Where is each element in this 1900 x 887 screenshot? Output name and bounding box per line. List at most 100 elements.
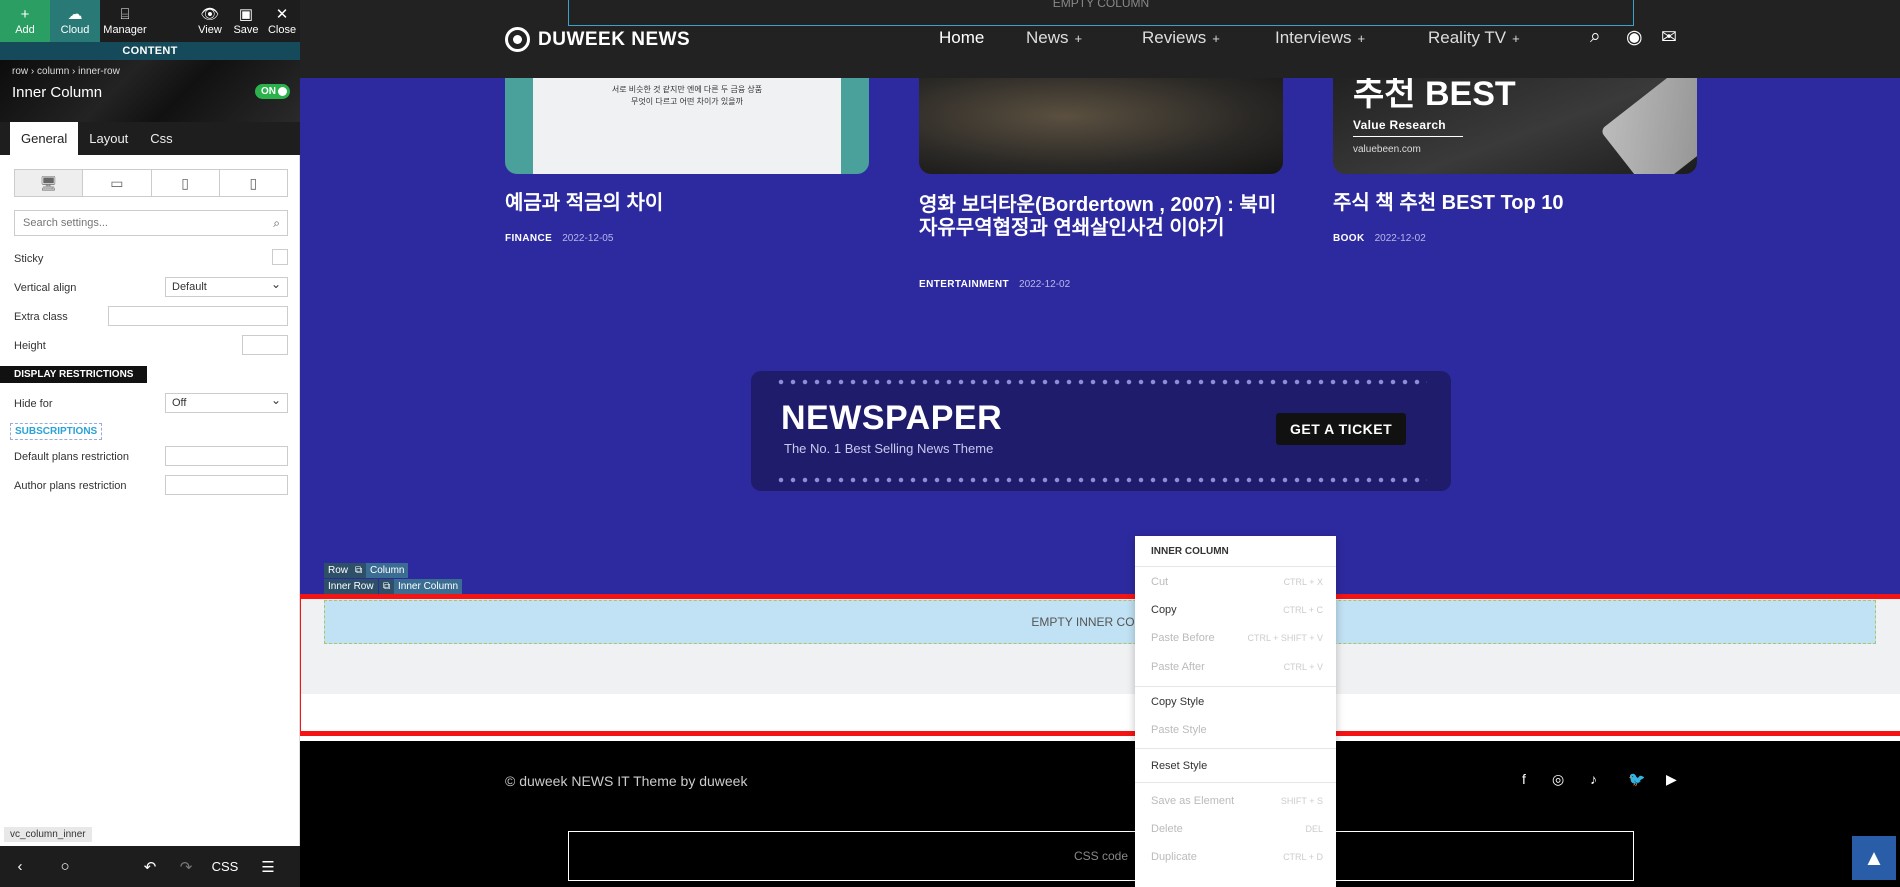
menu-shortcut: SHIFT + S [1280, 796, 1323, 806]
sticky-checkbox[interactable] [272, 249, 288, 265]
cloud-label: Cloud [60, 23, 90, 36]
card-category[interactable]: BOOK [1333, 233, 1365, 244]
duplicate-icon[interactable]: ⧉ [351, 563, 367, 578]
card-meta: BOOK 2022-12-02 [1333, 233, 1426, 244]
search-icon[interactable]: ⌕ [1590, 26, 1601, 48]
desktop-icon[interactable]: 🖥 [15, 170, 84, 196]
card-image-book[interactable]: 추천 BEST Value Research valuebeen.com [1333, 78, 1697, 174]
manager-button[interactable]: ⌸ Manager [100, 0, 150, 42]
card-title[interactable]: 주식 책 추천 BEST Top 10 [1333, 192, 1697, 215]
hide-for-label: Hide for [14, 398, 53, 410]
tiktok-icon[interactable]: ♪ [1590, 771, 1597, 787]
card-image-text-line: 무엇이 다르고 어떤 차이가 있을까 [631, 97, 743, 106]
card-image-subtitle: Value Research [1353, 118, 1446, 132]
nav-home[interactable]: Home [939, 28, 984, 48]
mail-icon[interactable]: ✉ [1661, 26, 1677, 49]
menu-item-paste-before[interactable]: Paste Before CTRL + SHIFT + V [1151, 632, 1323, 644]
card-category[interactable]: ENTERTAINMENT [919, 279, 1009, 290]
default-plans-input[interactable] [165, 446, 288, 466]
author-plans-input[interactable] [165, 475, 288, 495]
menu-item-copy[interactable]: Copy CTRL + C [1151, 604, 1323, 616]
logo-text: DUWEEK NEWS [538, 28, 691, 50]
close-button[interactable]: ✕ Close [264, 0, 300, 42]
empty-column-placeholder[interactable]: EMPTY COLUMN [568, 0, 1634, 26]
twitter-icon[interactable]: 🐦 [1628, 771, 1645, 788]
menu-item-paste-style[interactable]: Paste Style [1151, 724, 1323, 736]
manager-icon: ⌸ [120, 5, 130, 23]
instagram-icon[interactable]: ◎ [1552, 771, 1564, 788]
card-title[interactable]: 영화 보더타운(Bordertown , 2007) : 북미 자유무역협정과 … [919, 194, 1299, 240]
scroll-to-top-button[interactable]: ▲ [1852, 836, 1896, 880]
save-label: Save [233, 23, 259, 36]
vertical-align-label: Vertical align [14, 282, 77, 294]
eye-icon: 👁 [200, 5, 220, 23]
context-menu: INNER COLUMN Cut CTRL + X Copy CTRL + C Pa… [1135, 536, 1336, 887]
column-control[interactable]: Column [366, 563, 409, 578]
user-icon[interactable]: ◉ [1626, 26, 1643, 49]
card-category[interactable]: FINANCE [505, 233, 552, 244]
card-title[interactable]: 예금과 적금의 차이 [505, 192, 869, 215]
cloud-button[interactable]: ☁ Cloud [50, 0, 100, 42]
tablet-portrait-icon[interactable]: ▯ [152, 170, 220, 196]
inner-row-control[interactable]: Inner Row [324, 579, 378, 594]
facebook-icon[interactable]: f [1522, 771, 1526, 787]
breadcrumb-row[interactable]: row [12, 66, 28, 77]
tab-layout[interactable]: Layout [78, 122, 139, 155]
menu-item-cut[interactable]: Cut CTRL + X [1151, 576, 1323, 588]
plus-icon: + [1212, 31, 1220, 46]
nav-news[interactable]: News + [1026, 28, 1082, 48]
menu-item-label: Paste Before [1151, 632, 1215, 644]
menu-item-paste-after[interactable]: Paste After CTRL + V [1151, 661, 1323, 673]
get-ticket-button[interactable]: GET A TICKET [1276, 413, 1407, 445]
selection-highlight [300, 594, 1900, 736]
duplicate-icon[interactable]: ⧉ [379, 579, 395, 594]
nav-reality-tv[interactable]: Reality TV + [1428, 28, 1520, 48]
undo-icon[interactable]: ↶ [130, 858, 170, 876]
ticket-dots-top [775, 379, 1427, 385]
nav-interviews[interactable]: Interviews + [1275, 28, 1365, 48]
hide-for-select[interactable]: Off [165, 391, 288, 413]
card-image-finance[interactable]: 서로 비슷한 것 같지만 엔에 다른 두 금융 상품 무엇이 다르고 어떤 차이… [505, 78, 869, 174]
editor-toolbar: + Add ☁ Cloud ⌸ Manager 👁 View ▣ Save ✕ … [0, 0, 300, 42]
breadcrumb-inner-row[interactable]: inner-row [78, 66, 120, 77]
menu-item-reset-style[interactable]: Reset Style [1151, 760, 1323, 772]
circle-icon[interactable]: ○ [40, 858, 90, 875]
css-code-placeholder[interactable]: CSS code [568, 831, 1634, 881]
tablet-landscape-icon[interactable]: ▭ [83, 170, 152, 196]
menu-item-label: Copy Style [1151, 696, 1205, 708]
menu-item-delete[interactable]: Delete DEL [1151, 823, 1323, 835]
breadcrumb-column[interactable]: column [37, 66, 69, 77]
vertical-align-select[interactable]: Default [165, 275, 288, 297]
close-icon: ✕ [275, 5, 289, 23]
site-logo[interactable]: DUWEEK NEWS [505, 27, 690, 52]
nav-interviews-label: Interviews [1275, 28, 1352, 47]
inner-column-control[interactable]: Inner Column [394, 579, 463, 594]
row-control[interactable]: Row [324, 563, 353, 578]
view-button[interactable]: 👁 View [192, 0, 228, 42]
tab-css[interactable]: Css [139, 122, 183, 155]
extra-class-input[interactable] [108, 306, 288, 326]
height-label: Height [14, 340, 46, 352]
menu-item-save-as-element[interactable]: Save as Element SHIFT + S [1151, 795, 1323, 807]
nav-reviews[interactable]: Reviews + [1142, 28, 1220, 48]
breadcrumb: row › column › inner-row [12, 66, 120, 77]
nav-reality-tv-label: Reality TV [1428, 28, 1507, 47]
youtube-icon[interactable]: ▶ [1666, 771, 1677, 788]
save-button[interactable]: ▣ Save [228, 0, 264, 42]
back-icon[interactable]: ‹ [0, 858, 40, 875]
menu-item-duplicate[interactable]: Duplicate CTRL + D [1151, 851, 1323, 863]
card-image-movie[interactable] [919, 78, 1283, 174]
list-icon[interactable]: ☰ [248, 858, 288, 876]
enable-toggle[interactable]: ON [255, 84, 290, 99]
menu-divider [1135, 782, 1336, 783]
height-input[interactable] [242, 335, 288, 355]
css-button[interactable]: CSS [202, 859, 248, 874]
tab-general[interactable]: General [10, 122, 79, 155]
redo-icon[interactable]: ↷ [170, 858, 202, 876]
plus-icon: + [1074, 31, 1083, 46]
phone-icon[interactable]: ▯ [220, 170, 287, 196]
add-button[interactable]: + Add [0, 0, 50, 42]
menu-item-copy-style[interactable]: Copy Style [1151, 696, 1323, 708]
search-input[interactable] [15, 211, 287, 235]
